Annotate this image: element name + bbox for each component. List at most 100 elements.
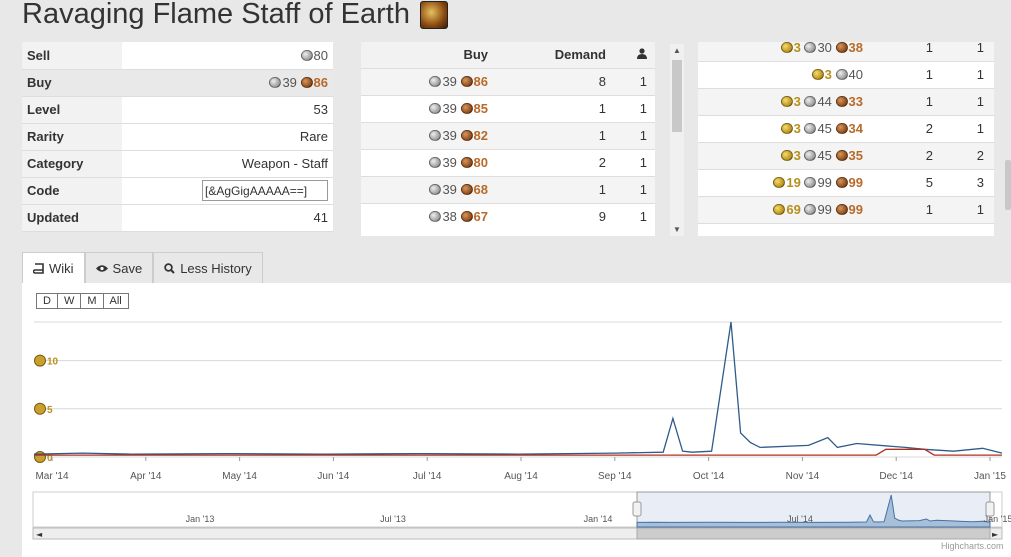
book-icon bbox=[33, 262, 44, 274]
copper-amount: 67 bbox=[473, 209, 488, 225]
staff-item-icon bbox=[419, 0, 448, 29]
scrollbar-thumb[interactable] bbox=[672, 60, 682, 132]
demand-cell: 9 bbox=[496, 202, 614, 230]
info-row: Updated 41 bbox=[22, 204, 333, 232]
silver-amount: 39 bbox=[282, 75, 297, 90]
sell-price: 3 45 34 bbox=[698, 115, 873, 143]
tab-wiki[interactable]: Wiki bbox=[22, 252, 85, 283]
scroll-up-arrow-icon[interactable]: ▲ bbox=[673, 46, 681, 55]
copper-coin-icon bbox=[835, 204, 848, 215]
gold-coin-icon bbox=[780, 150, 793, 161]
silver-coin-icon bbox=[429, 211, 442, 223]
tab-less-history-label: Less History bbox=[180, 260, 252, 276]
gold-amount: 3 bbox=[824, 67, 832, 82]
info-row: Category Weapon - Staff bbox=[22, 150, 333, 178]
gold-amount: 3 bbox=[793, 121, 801, 136]
buy-price: 39 80 bbox=[361, 148, 496, 176]
sell-listings-table: 3 30 38 1 1 3 40 1 1 3 44 33 1 1 3 45 34 2 1 3 45 35… bbox=[698, 42, 994, 236]
highcharts-credit[interactable]: Highcharts.com bbox=[941, 541, 1004, 551]
demand-cell: 2 bbox=[496, 148, 614, 176]
item-name: Ravaging Flame Staff of Earth bbox=[22, 0, 410, 30]
order-count-cell: 1 bbox=[614, 121, 655, 149]
supply-cell: 5 bbox=[873, 169, 943, 197]
sell-listing-row: 69 99 99 1 1 bbox=[698, 196, 994, 224]
info-value-cell: 41 bbox=[122, 204, 333, 232]
eye-icon bbox=[95, 264, 108, 272]
silver-amount: 45 bbox=[817, 148, 832, 163]
sell-listing-row: 3 45 34 2 1 bbox=[698, 115, 994, 143]
info-value: 41 bbox=[313, 210, 328, 225]
supply-cell: 1 bbox=[873, 88, 943, 116]
info-label: Rarity bbox=[22, 123, 122, 151]
zoom-week-button[interactable]: W bbox=[56, 293, 82, 309]
copper-coin-icon bbox=[460, 184, 473, 195]
page-scrollbar-thumb[interactable] bbox=[1005, 160, 1011, 210]
copper-amount: 85 bbox=[473, 101, 488, 116]
buy-order-row: 39 86 8 1 bbox=[361, 67, 655, 95]
buy-order-row: 39 80 2 1 bbox=[361, 148, 655, 176]
sell-price: 3 40 bbox=[698, 61, 873, 89]
copper-amount: 35 bbox=[848, 148, 863, 163]
chat-code-field[interactable] bbox=[202, 180, 328, 201]
buy-price: 38 67 bbox=[361, 202, 496, 230]
tab-less-history[interactable]: Less History bbox=[153, 252, 263, 283]
zoom-all-button[interactable]: All bbox=[102, 293, 129, 309]
info-row: Rarity Rare bbox=[22, 123, 333, 151]
copper-amount: 82 bbox=[473, 128, 488, 143]
copper-coin-icon bbox=[835, 96, 848, 107]
order-count-cell: 1 bbox=[614, 202, 655, 230]
info-label: Code bbox=[22, 177, 122, 205]
silver-coin-icon bbox=[429, 103, 442, 114]
info-row: Sell 80 bbox=[22, 42, 333, 70]
info-value-cell: 80 bbox=[122, 42, 333, 70]
silver-amount: 80 bbox=[313, 47, 328, 63]
copper-coin-icon bbox=[300, 77, 313, 88]
silver-coin-icon bbox=[269, 77, 282, 88]
info-label: Level bbox=[22, 96, 122, 124]
supply-cell: 1 bbox=[873, 42, 943, 62]
info-label: Sell bbox=[22, 42, 122, 70]
copper-amount: 33 bbox=[848, 94, 863, 109]
listing-count-cell: 1 bbox=[943, 115, 994, 143]
zoom-day-button[interactable]: D bbox=[36, 293, 58, 309]
silver-coin-icon bbox=[300, 49, 313, 61]
item-info-table: Sell 80 Buy 39 86 Level 53 Rarity Rare Category W… bbox=[22, 42, 333, 232]
demand-header[interactable]: Demand bbox=[496, 42, 614, 68]
sell-listing-row: 3 45 35 2 2 bbox=[698, 142, 994, 170]
silver-amount: 39 bbox=[442, 155, 457, 170]
info-value: 53 bbox=[313, 102, 328, 117]
copper-coin-icon bbox=[835, 150, 848, 161]
copper-coin-icon bbox=[460, 103, 473, 114]
buy-orders-scrollbar[interactable]: ▲ ▼ bbox=[670, 44, 684, 236]
buy-price: 39 85 bbox=[361, 94, 496, 122]
order-count-cell: 1 bbox=[614, 148, 655, 176]
listing-count-cell: 1 bbox=[943, 61, 994, 89]
listing-count-cell: 1 bbox=[943, 88, 994, 116]
silver-amount: 99 bbox=[817, 202, 832, 217]
info-value-cell: Rare bbox=[122, 123, 333, 151]
silver-amount: 39 bbox=[442, 182, 457, 197]
silver-amount: 39 bbox=[442, 128, 457, 143]
silver-coin-icon bbox=[804, 42, 817, 53]
info-value-cell bbox=[122, 177, 333, 205]
supply-cell: 2 bbox=[873, 115, 943, 143]
copper-coin-icon bbox=[835, 123, 848, 134]
gold-coin-icon bbox=[780, 42, 793, 53]
copper-coin-icon bbox=[835, 42, 848, 53]
silver-coin-icon bbox=[804, 177, 817, 188]
silver-coin-icon bbox=[804, 123, 817, 134]
gold-coin-icon bbox=[773, 204, 786, 215]
buy-header[interactable]: Buy bbox=[361, 42, 496, 68]
copper-amount: 99 bbox=[848, 202, 863, 217]
silver-amount: 30 bbox=[817, 42, 832, 55]
zoom-month-button[interactable]: M bbox=[80, 293, 104, 309]
tab-save[interactable]: Save bbox=[84, 252, 154, 283]
silver-coin-icon bbox=[429, 130, 442, 141]
scroll-down-arrow-icon[interactable]: ▼ bbox=[673, 225, 681, 234]
order-count-cell: 1 bbox=[614, 175, 655, 203]
copper-amount: 99 bbox=[848, 175, 863, 190]
supply-cell: 2 bbox=[873, 142, 943, 170]
info-value: Rare bbox=[299, 129, 328, 144]
silver-coin-icon bbox=[804, 204, 817, 215]
user-icon[interactable] bbox=[614, 42, 655, 68]
